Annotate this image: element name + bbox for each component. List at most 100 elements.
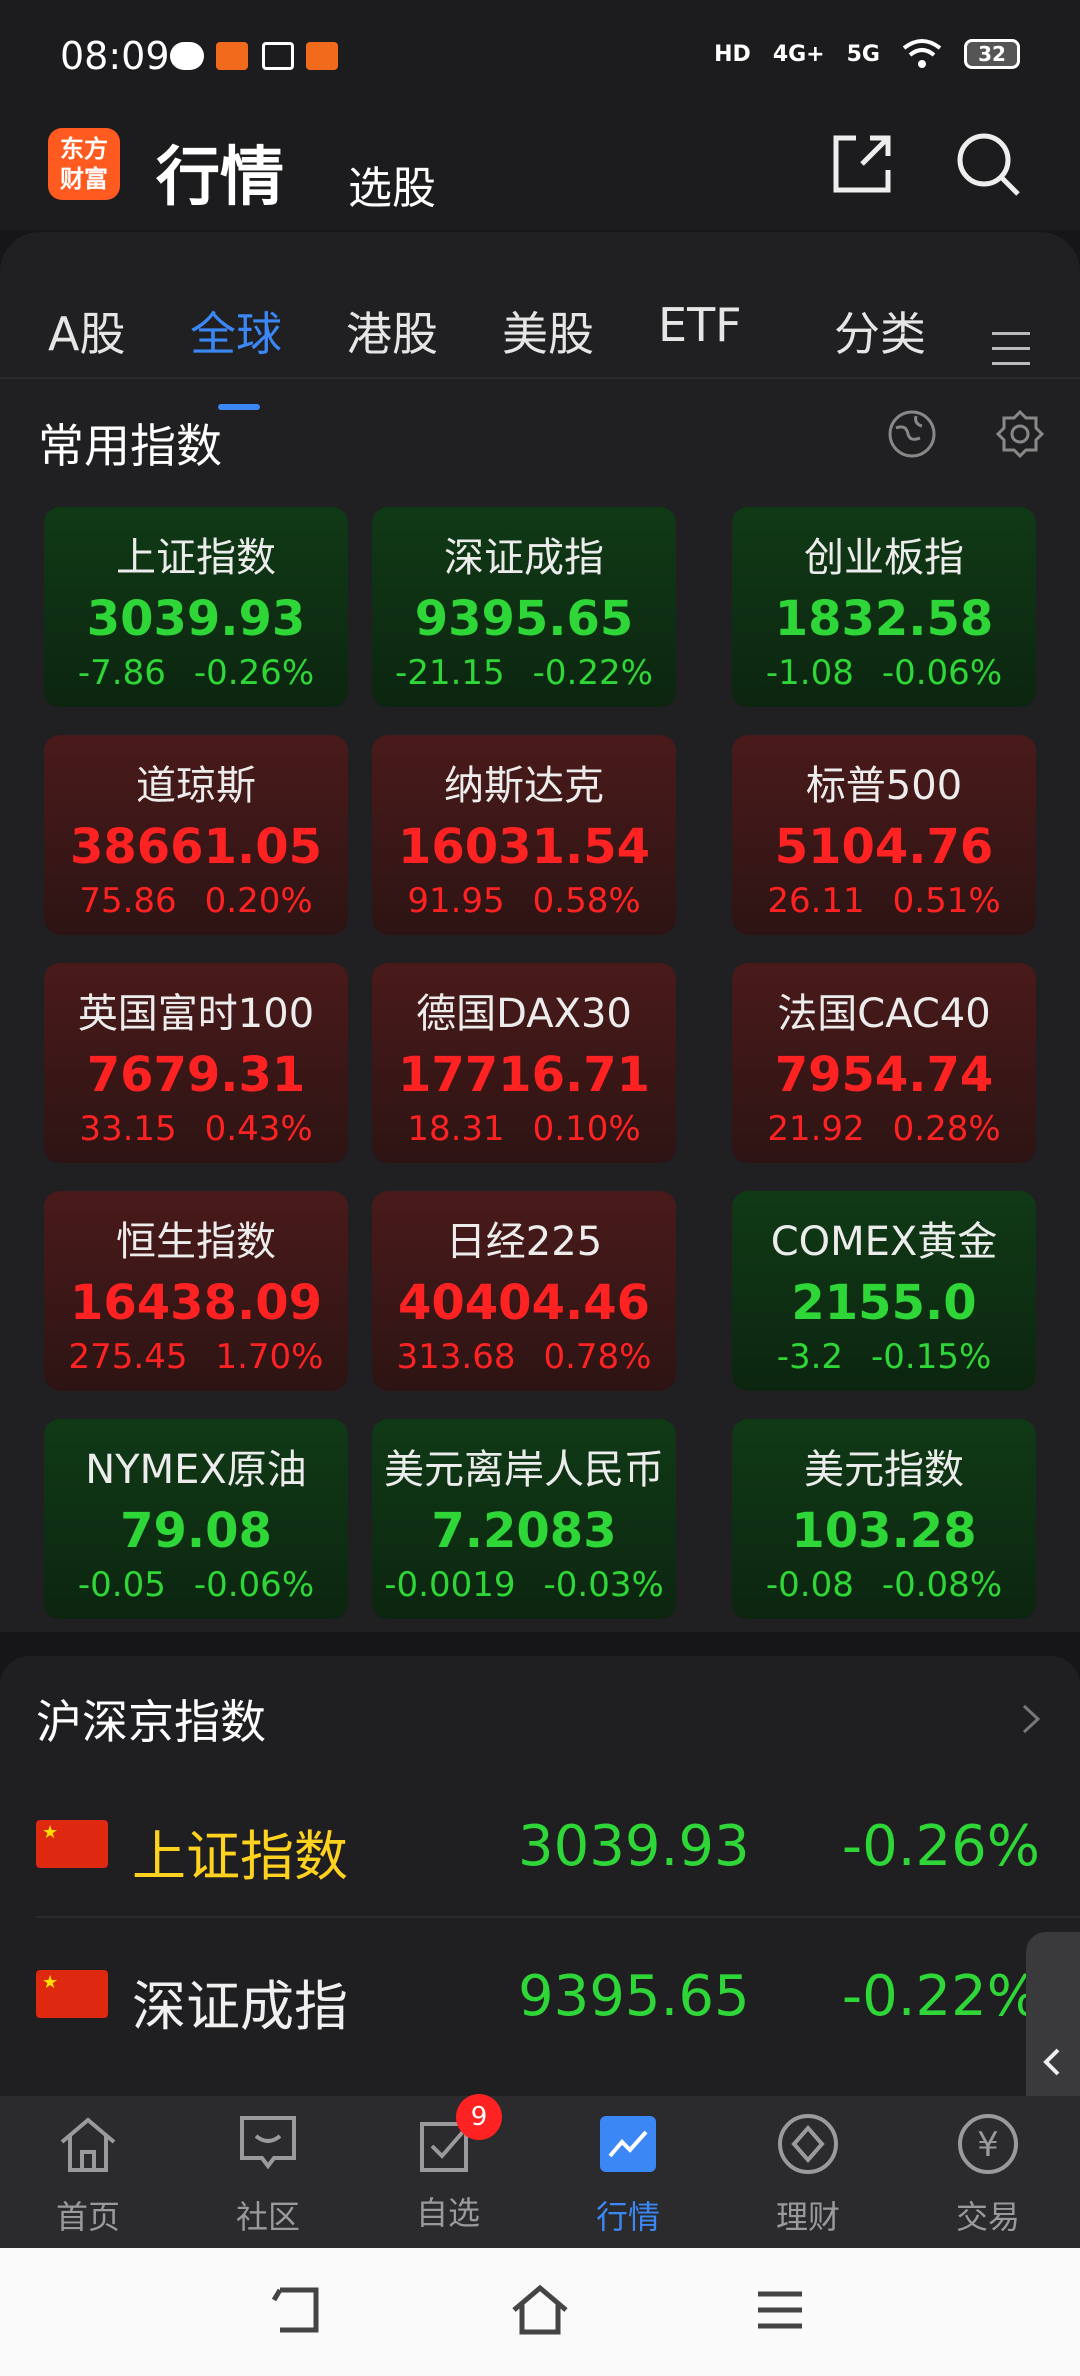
svg-text:¥: ¥ bbox=[977, 2125, 999, 2165]
index-card-name: 标普500 bbox=[805, 763, 963, 809]
index-card-name: 创业板指 bbox=[804, 535, 964, 581]
index-card-price: 79.08 bbox=[120, 1503, 272, 1559]
index-card[interactable]: 标普500 5104.76 26.11 0.51% bbox=[732, 735, 1036, 935]
index-card-price: 16438.09 bbox=[69, 1275, 323, 1331]
tab-a-shares[interactable]: A股 bbox=[48, 298, 125, 364]
tab-global[interactable]: 全球 bbox=[190, 298, 282, 364]
index-card-change: 91.95 bbox=[407, 881, 505, 921]
index-card[interactable]: 道琼斯 38661.05 75.86 0.20% bbox=[44, 735, 348, 935]
stock-picker-link[interactable]: 选股 bbox=[348, 152, 436, 216]
index-card-name: 恒生指数 bbox=[116, 1219, 276, 1265]
index-card-name: 深证成指 bbox=[444, 535, 604, 581]
index-card-change-pct: -0.22% bbox=[532, 653, 653, 693]
network-4g-icon: 4G+ bbox=[772, 41, 825, 67]
index-card-change-row: -0.08 -0.08% bbox=[732, 1565, 1036, 1605]
wealth-icon bbox=[778, 2114, 838, 2174]
index-card-change: 313.68 bbox=[396, 1337, 516, 1377]
index-card[interactable]: 上证指数 3039.93 -7.86 -0.26% bbox=[44, 507, 348, 707]
index-card[interactable]: 日经225 40404.46 313.68 0.78% bbox=[372, 1191, 676, 1391]
index-card-change: 21.92 bbox=[767, 1109, 865, 1149]
nav-label: 理财 bbox=[775, 2198, 840, 2236]
tabs-menu-icon[interactable] bbox=[992, 332, 1030, 368]
chevron-right-icon[interactable] bbox=[1016, 1704, 1046, 1734]
index-card[interactable]: 深证成指 9395.65 -21.15 -0.22% bbox=[372, 507, 676, 707]
wechat-icon bbox=[170, 42, 204, 70]
status-time: 08:09 bbox=[60, 34, 170, 78]
index-card-price: 5104.76 bbox=[774, 819, 994, 875]
index-card[interactable]: COMEX黄金 2155.0 -3.2 -0.15% bbox=[732, 1191, 1036, 1391]
index-price: 9395.65 bbox=[518, 1964, 750, 2029]
nav-watchlist[interactable]: 9 自选 bbox=[378, 2094, 518, 2234]
index-card[interactable]: 英国富时100 7679.31 33.15 0.43% bbox=[44, 963, 348, 1163]
nav-home[interactable]: 首页 bbox=[18, 2112, 158, 2238]
index-card-change-row: -3.2 -0.15% bbox=[732, 1337, 1036, 1377]
index-change-pct: -0.26% bbox=[841, 1814, 1040, 1879]
index-card-change: 33.15 bbox=[79, 1109, 177, 1149]
index-card-change-row: 26.11 0.51% bbox=[732, 881, 1036, 921]
index-card-change-row: -1.08 -0.06% bbox=[732, 653, 1036, 693]
index-card-change-pct: 0.28% bbox=[892, 1109, 1001, 1149]
section-title-hs-indices[interactable]: 沪深京指数 bbox=[36, 1686, 266, 1752]
index-card[interactable]: 法国CAC40 7954.74 21.92 0.28% bbox=[732, 963, 1036, 1163]
market-icon bbox=[600, 2116, 656, 2172]
wifi-icon bbox=[902, 39, 942, 68]
settings-gear-icon[interactable] bbox=[994, 408, 1046, 460]
list-item[interactable]: ★ 深证成指 9395.65 -0.22% bbox=[0, 1918, 1080, 2068]
index-card-change: -1.08 bbox=[765, 653, 854, 693]
nav-community[interactable]: 社区 bbox=[198, 2112, 338, 2238]
active-tab-indicator bbox=[218, 404, 260, 410]
list-item[interactable]: ★ 上证指数 3039.93 -0.26% bbox=[0, 1768, 1080, 1918]
section-title-common-indices: 常用指数 bbox=[38, 419, 222, 473]
nav-trade[interactable]: ¥ 交易 bbox=[918, 2112, 1058, 2238]
app-logo[interactable]: 东方 财富 bbox=[48, 128, 120, 200]
index-card-change-pct: 1.70% bbox=[215, 1337, 324, 1377]
index-card-change-pct: -0.15% bbox=[871, 1337, 992, 1377]
nav-wealth[interactable]: 理财 bbox=[738, 2112, 878, 2238]
nav-market[interactable]: 行情 bbox=[558, 2112, 698, 2238]
index-card-price: 7.2083 bbox=[431, 1503, 617, 1559]
index-card-change: -3.2 bbox=[776, 1337, 844, 1377]
index-card[interactable]: NYMEX原油 79.08 -0.05 -0.06% bbox=[44, 1419, 348, 1619]
index-card-change-row: 21.92 0.28% bbox=[732, 1109, 1036, 1149]
back-icon[interactable] bbox=[270, 2284, 326, 2336]
index-card-name: 道琼斯 bbox=[136, 763, 256, 809]
index-name: 上证指数 bbox=[132, 1825, 348, 1888]
index-card[interactable]: 纳斯达克 16031.54 91.95 0.58% bbox=[372, 735, 676, 935]
status-bar: 08:09 HD 4G+ 5G 32 bbox=[0, 0, 1080, 110]
tab-categories[interactable]: 分类 bbox=[834, 298, 926, 364]
index-card[interactable]: 创业板指 1832.58 -1.08 -0.06% bbox=[732, 507, 1036, 707]
index-card-change-pct: -0.06% bbox=[193, 1565, 315, 1605]
news-notification-icon bbox=[262, 42, 294, 70]
tab-hk-stocks[interactable]: 港股 bbox=[346, 298, 438, 364]
index-card-change-pct: 0.10% bbox=[532, 1109, 641, 1149]
index-card-price: 9395.65 bbox=[414, 591, 634, 647]
index-card[interactable]: 德国DAX30 17716.71 18.31 0.10% bbox=[372, 963, 676, 1163]
index-card-change-row: -0.05 -0.06% bbox=[44, 1565, 348, 1605]
tab-us-stocks[interactable]: 美股 bbox=[502, 298, 594, 364]
home-icon bbox=[60, 2117, 116, 2172]
notification-badge: 9 bbox=[456, 2094, 502, 2140]
index-card-name: COMEX黄金 bbox=[770, 1219, 998, 1265]
index-card-change: 75.86 bbox=[79, 881, 177, 921]
index-card-change: 26.11 bbox=[767, 881, 865, 921]
tab-etf[interactable]: ETF bbox=[658, 298, 742, 352]
index-card-name: 德国DAX30 bbox=[416, 991, 632, 1037]
globe-icon[interactable] bbox=[886, 408, 938, 460]
community-icon bbox=[240, 2116, 296, 2170]
app2-notification-icon bbox=[306, 42, 338, 70]
index-card-change-row: 91.95 0.58% bbox=[372, 881, 676, 921]
share-icon[interactable] bbox=[826, 128, 898, 200]
system-nav-bar bbox=[0, 2248, 1080, 2376]
market-tabs: A股 全球 港股 美股 ETF 分类 bbox=[0, 272, 1080, 410]
index-card-change-row: 275.45 1.70% bbox=[44, 1337, 348, 1377]
search-icon[interactable] bbox=[952, 128, 1024, 200]
index-card[interactable]: 美元指数 103.28 -0.08 -0.08% bbox=[732, 1419, 1036, 1619]
index-card-change: 18.31 bbox=[407, 1109, 505, 1149]
app-notification-icon bbox=[216, 42, 248, 70]
index-card[interactable]: 美元离岸人民币 7.2083 -0.0019 -0.03% bbox=[372, 1419, 676, 1619]
index-card[interactable]: 恒生指数 16438.09 275.45 1.70% bbox=[44, 1191, 348, 1391]
home-button-icon[interactable] bbox=[510, 2284, 570, 2336]
index-card-change-row: -0.0019 -0.03% bbox=[372, 1565, 676, 1605]
bottom-nav: 首页 社区 9 自选 行情 理财 ¥ 交易 bbox=[0, 2094, 1080, 2248]
menu-icon[interactable] bbox=[754, 2288, 806, 2332]
